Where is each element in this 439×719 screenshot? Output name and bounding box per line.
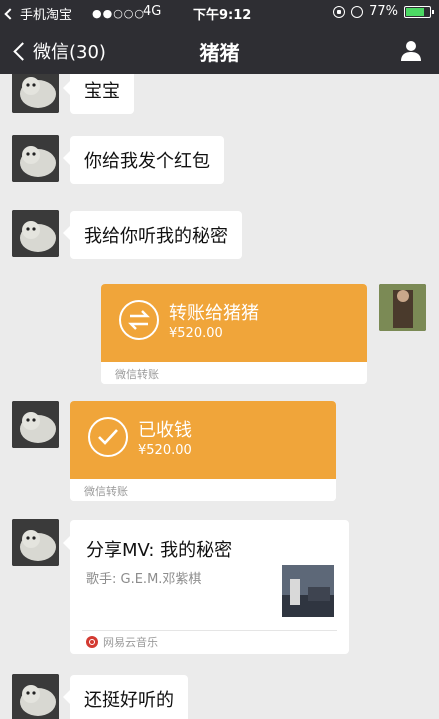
lock-rotation-icon [333,5,346,18]
transfer-amount: ¥520.00 [169,326,223,341]
signal-strength: ●●○○○ [92,7,145,20]
chat-area[interactable]: 宝宝 你给我发个红包 我给你听我的秘密 转账给猪猪 ¥520.00 微信转账 已… [0,74,439,719]
alarm-icon [351,5,364,18]
message-bubble[interactable]: 你给我发个红包 [63,136,224,184]
avatar-me[interactable] [379,284,426,331]
profile-icon [401,41,421,61]
transfer-card-sent[interactable]: 转账给猪猪 ¥520.00 微信转账 [101,284,367,384]
message-bubble[interactable]: 还挺好听的 [63,675,188,719]
message-bubble[interactable]: 宝宝 [63,74,134,114]
avatar-other[interactable] [12,674,59,719]
avatar-other[interactable] [12,210,59,257]
divider [82,630,337,631]
music-source-label: 网易云音乐 [103,636,158,649]
back-to-app[interactable]: 手机淘宝 [4,4,73,23]
transfer-amount: ¥520.00 [138,443,192,458]
battery-percent: 77% [369,4,398,19]
transfer-title: 已收钱 [138,420,192,441]
avatar-other[interactable] [12,135,59,182]
message-bubble[interactable]: 我给你听我的秘密 [63,211,242,259]
music-share-card[interactable]: 分享MV: 我的秘密 歌手: G.E.M.邓紫棋 网易云音乐 [63,520,349,654]
battery-fill [406,7,424,16]
transfer-arrows-icon [119,300,159,340]
avatar-other[interactable] [12,519,59,566]
transfer-footer: 微信转账 [70,479,336,501]
nav-bar: 微信(30) 猪猪 [0,26,439,74]
status-bar: 手机淘宝 ●●○○○ 4G 下午9:12 77% [0,0,439,26]
battery-icon [404,5,434,18]
netease-music-icon [86,636,98,648]
back-app-label: 手机淘宝 [20,8,73,23]
network-type: 4G [143,4,162,19]
chat-info-button[interactable] [399,38,423,62]
music-source: 网易云音乐 [86,634,158,650]
avatar-other[interactable] [12,74,59,113]
status-time: 下午9:12 [193,8,252,23]
transfer-footer: 微信转账 [101,362,367,384]
transfer-title: 转账给猪猪 [169,303,259,324]
music-artist: 歌手: G.E.M.邓紫棋 [86,572,202,587]
music-thumbnail [282,565,334,617]
back-app-chevron-icon [4,7,16,20]
check-icon [88,417,128,457]
avatar-other[interactable] [12,401,59,448]
transfer-card-received[interactable]: 已收钱 ¥520.00 微信转账 [70,401,336,501]
chat-title: 猪猪 [199,41,240,65]
music-title: 分享MV: 我的秘密 [86,540,233,561]
